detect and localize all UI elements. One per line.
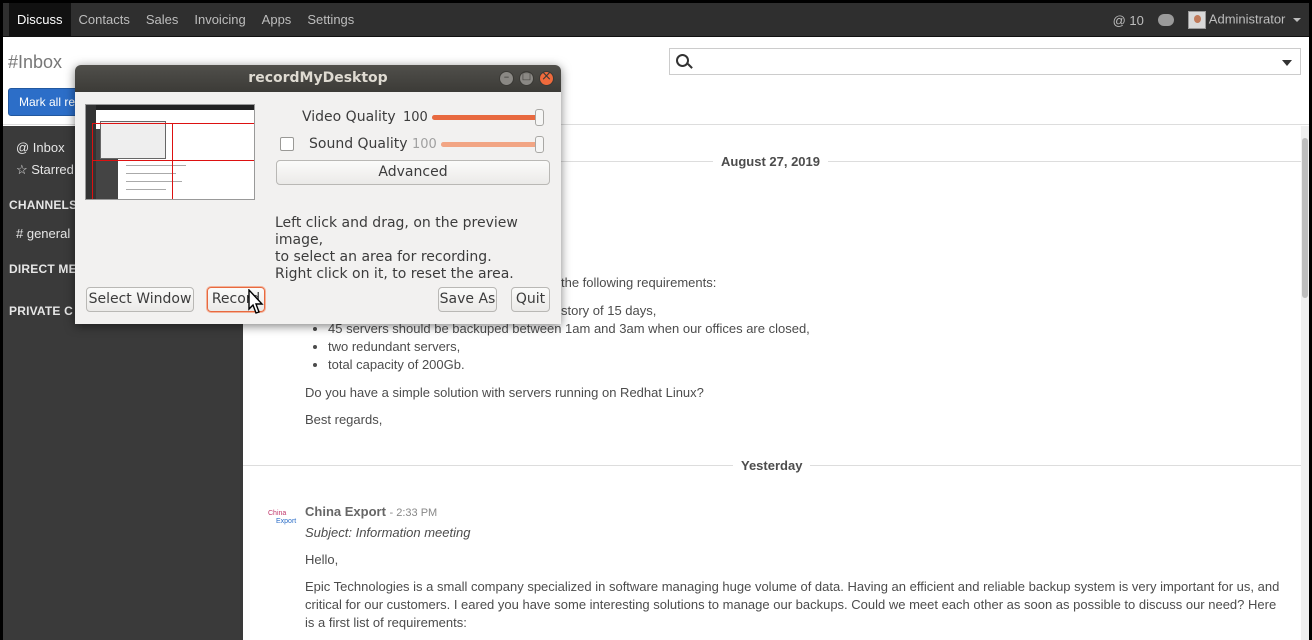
close-icon[interactable] <box>539 69 554 86</box>
direct-messages-header[interactable]: DIRECT ME <box>9 262 77 276</box>
slider-handle[interactable] <box>535 136 544 153</box>
hint-line: Left click and drag, on the preview imag… <box>275 215 518 248</box>
video-quality-label: Video Quality <box>302 109 396 125</box>
search-input[interactable] <box>669 48 1301 75</box>
author-avatar[interactable]: China Export <box>258 510 298 530</box>
recordmydesktop-dialog: recordMyDesktop Video Quality 100 Sound … <box>75 65 561 324</box>
mentions-counter[interactable]: @ 10 <box>1113 13 1144 28</box>
message-text: critical for our customers. I eared you … <box>305 597 1277 612</box>
slider-fill <box>441 142 544 147</box>
menu-apps[interactable]: Apps <box>254 3 300 37</box>
message-text: the following requirements: <box>561 275 717 290</box>
selection-rectangle <box>92 123 254 199</box>
menu-settings[interactable]: Settings <box>299 3 362 37</box>
list-item: two redundant servers, <box>328 338 810 356</box>
user-name: Administrator <box>1208 11 1286 27</box>
page-title: #Inbox <box>8 52 63 72</box>
slider-fill <box>432 115 544 120</box>
message-time: - 2:33 PM <box>389 507 438 519</box>
caret-down-icon <box>1293 18 1301 22</box>
menu-sales[interactable]: Sales <box>138 3 187 37</box>
user-menu[interactable]: Administrator <box>1187 11 1301 29</box>
message-text: Epic Technologies is a small company spe… <box>305 579 1280 594</box>
message-text: Hello, <box>305 552 339 567</box>
sidebar-item-general[interactable]: # general <box>16 226 70 241</box>
hint-line: to select an area for recording. <box>275 249 492 265</box>
sound-quality-checkbox[interactable] <box>280 137 294 151</box>
search-icon <box>676 54 689 67</box>
chat-icon[interactable] <box>1157 14 1174 26</box>
menu-discuss[interactable]: Discuss <box>9 3 71 37</box>
date-separator-august: August 27, 2019 <box>713 154 828 169</box>
slider-handle[interactable] <box>535 109 544 126</box>
thread-scrollbar[interactable] <box>1301 126 1309 640</box>
requirements-list: 45 servers should be backuped between 1a… <box>328 320 810 374</box>
sidebar-item-inbox[interactable]: @ Inbox <box>16 140 65 155</box>
menu-invoicing[interactable]: Invoicing <box>186 3 253 37</box>
message-author[interactable]: China Export <box>305 504 386 519</box>
logo-text-bottom: Export <box>276 518 297 525</box>
main-menu: Discuss Contacts Sales Invoicing Apps Se… <box>9 3 362 37</box>
date-separator-yesterday: Yesterday <box>733 458 811 473</box>
sidebar-item-starred[interactable]: ☆ Starred <box>16 162 74 178</box>
sound-quality-slider[interactable] <box>441 136 544 153</box>
select-window-button[interactable]: Select Window <box>86 287 194 312</box>
message-text: Do you have a simple solution with serve… <box>305 385 704 400</box>
avatar <box>1187 11 1206 29</box>
mouse-cursor-icon <box>248 289 264 314</box>
preview-hint: Left click and drag, on the preview imag… <box>275 215 561 283</box>
video-quality-slider[interactable] <box>432 109 544 126</box>
systray: @ 10 Administrator <box>1113 3 1301 37</box>
video-quality-value: 100 <box>403 110 428 125</box>
advanced-button[interactable]: Advanced <box>276 160 550 185</box>
minimize-icon[interactable] <box>499 70 514 86</box>
scrollbar-thumb[interactable] <box>1302 138 1308 298</box>
message-header: China Export - 2:33 PM <box>305 504 437 519</box>
search-options-caret-icon[interactable] <box>1282 60 1292 66</box>
save-as-button[interactable]: Save As <box>438 287 497 312</box>
maximize-icon[interactable] <box>519 71 534 86</box>
top-navbar: Discuss Contacts Sales Invoicing Apps Se… <box>3 3 1309 37</box>
message-text: story of 15 days, <box>561 303 657 318</box>
hint-line: Right click on it, to reset the area. <box>275 266 514 282</box>
quit-button[interactable]: Quit <box>511 287 550 312</box>
message-subject: Subject: Information meeting <box>305 525 471 540</box>
message-text: Best regards, <box>305 412 383 427</box>
private-channels-header[interactable]: PRIVATE C <box>9 304 73 318</box>
menu-contacts[interactable]: Contacts <box>71 3 138 37</box>
sound-quality-value: 100 <box>412 137 437 152</box>
message-text: is a first list of requirements: <box>305 615 467 630</box>
preview-image[interactable] <box>85 104 255 200</box>
sound-quality-label: Sound Quality <box>309 136 408 152</box>
dialog-title[interactable]: recordMyDesktop <box>75 65 561 92</box>
channels-header[interactable]: CHANNELS <box>9 198 77 212</box>
logo-text-top: China <box>268 510 287 517</box>
list-item: total capacity of 200Gb. <box>328 356 810 374</box>
